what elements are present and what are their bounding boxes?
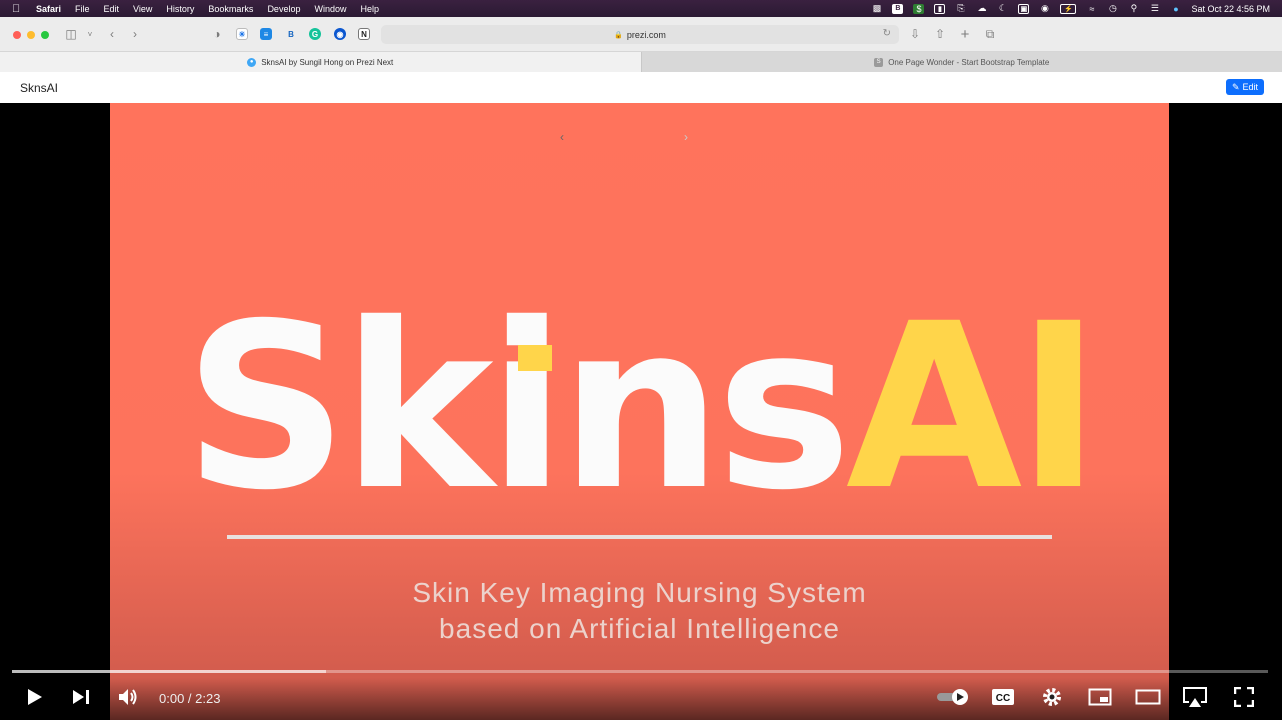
globe-extension-icon[interactable]: ◉ [334,28,346,40]
airplay-icon[interactable] [1181,686,1209,708]
notion-icon[interactable]: N [358,28,370,40]
back-icon[interactable]: ‹ [107,27,117,41]
menu-bar:  Safari File Edit View History Bookmark… [0,0,1282,17]
menu-view[interactable]: View [133,4,152,14]
zoom-window-button[interactable] [41,31,49,39]
presentation-slide: SkinsAI Skin Key Imaging Nursing System … [110,103,1169,720]
progress-bar[interactable] [12,670,1268,673]
chevron-down-icon[interactable]: ˅ [86,27,94,41]
lock-icon: 🔒 [614,31,623,39]
prezi-favicon-icon: ● [247,57,257,67]
new-tab-icon[interactable]: + [958,26,972,43]
prezi-nav-arrows: ‹ › [560,130,688,144]
captions-icon[interactable]: CC [990,686,1016,708]
tab-bootstrap[interactable]: S One Page Wonder - Start Bootstrap Temp… [640,52,1282,72]
window-controls [13,31,49,39]
next-step-icon[interactable]: › [684,130,688,144]
control-center-icon[interactable]: ☰ [1149,3,1160,14]
display-icon[interactable]: ▣ [1018,3,1030,14]
time-machine-icon[interactable]: ◷ [1107,3,1118,14]
menu-window[interactable]: Window [314,4,346,14]
slide-divider [227,535,1052,539]
next-button[interactable] [70,686,92,708]
minimize-window-button[interactable] [27,31,35,39]
grid-app-icon[interactable]: ▩ [871,3,882,14]
close-window-button[interactable] [13,31,21,39]
slide-logo: SkinsAI [110,293,1169,521]
menu-app[interactable]: Safari [36,4,61,14]
prev-step-icon[interactable]: ‹ [560,130,564,144]
reader-extension-icon[interactable]: ≡ [260,28,272,40]
browser-toolbar: ◫ ˅ ‹ › ◑ ☀ ≡ B G ◉ N 🔒 prezi.com ↻ ⇩ ⇧ … [0,17,1282,52]
share-icon[interactable]: ⇧ [933,27,947,41]
fullscreen-icon[interactable] [1232,686,1256,708]
sidebar-icon[interactable]: ◫ [64,27,78,41]
settings-gear-icon[interactable] [1040,686,1064,708]
slide-subtitle-line2: based on Artificial Intelligence [439,613,840,644]
logo-i-dot [518,345,552,371]
tab-label: One Page Wonder - Start Bootstrap Templa… [888,57,1050,67]
tab-label: SknsAI by Sungil Hong on Prezi Next [261,57,394,67]
tab-overview-icon[interactable]: ⧉ [983,27,997,41]
search-icon[interactable]: ⚲ [1128,3,1139,14]
menu-help[interactable]: Help [360,4,379,14]
menu-history[interactable]: History [166,4,194,14]
play-button[interactable] [24,686,46,708]
logo-yellow-text: AI [845,274,1101,540]
menu-develop[interactable]: Develop [267,4,300,14]
theater-mode-icon[interactable] [1134,686,1162,708]
apple-icon[interactable]:  [12,3,24,15]
time-display: 0:00 / 2:23 [159,691,221,706]
miniplayer-icon[interactable] [1087,686,1113,708]
reload-icon[interactable]: ↻ [883,28,891,39]
svg-text:CC: CC [996,693,1010,704]
status-icons: ▩ B $ ▮ ⎘ ☁ ☾ ▣ ◉ ⚡ ≈ ◷ ⚲ ☰ ● Sat Oct 22… [871,0,1270,17]
dollar-app-icon[interactable]: $ [913,3,925,14]
edit-label: Edit [1242,82,1258,92]
address-bar[interactable]: 🔒 prezi.com ↻ [381,25,899,44]
cloud-icon[interactable]: ☁ [976,3,987,14]
menu-edit[interactable]: Edit [104,4,120,14]
moon-icon[interactable]: ☾ [997,3,1008,14]
translate-icon[interactable]: ⎘ [955,3,966,14]
brightness-extension-icon[interactable]: ☀ [236,28,248,40]
pencil-icon: ✎ [1231,81,1240,92]
record-icon[interactable]: ◉ [1039,3,1050,14]
tab-prezi[interactable]: ● SknsAI by Sungil Hong on Prezi Next [0,52,641,72]
player-controls: 0:00 / 2:23 CC [0,678,1282,720]
bold-app-icon[interactable]: B [892,3,904,14]
forward-icon[interactable]: › [130,27,140,41]
privacy-shield-icon[interactable]: ◑ [211,27,223,41]
bold-extension-icon[interactable]: B [285,28,297,40]
wifi-icon[interactable]: ≈ [1086,4,1097,14]
tab-bar: ● SknsAI by Sungil Hong on Prezi Next S … [0,52,1282,72]
edit-button[interactable]: ✎ Edit [1225,79,1264,95]
siri-icon[interactable]: ● [1170,4,1181,14]
grammarly-icon[interactable]: G [309,28,321,40]
menu-file[interactable]: File [75,4,90,14]
notes-app-icon[interactable]: ▮ [934,3,946,14]
bootstrap-favicon-icon: S [874,57,884,67]
download-icon[interactable]: ⇩ [908,27,922,41]
volume-icon[interactable] [117,686,141,708]
video-player[interactable]: SkinsAI Skin Key Imaging Nursing System … [0,103,1282,720]
battery-icon[interactable]: ⚡ [1060,3,1077,14]
page-header: SknsAI ✎ Edit [0,72,1282,103]
menubar-clock[interactable]: Sat Oct 22 4:56 PM [1191,4,1270,14]
page-title: SknsAI [20,81,59,95]
slide-subtitle-line1: Skin Key Imaging Nursing System [412,577,867,608]
progress-buffered [12,670,326,673]
logo-white-text: Skins [183,274,852,540]
address-text: prezi.com [626,29,666,40]
menu-bookmarks[interactable]: Bookmarks [208,4,253,14]
autoplay-toggle[interactable] [936,686,970,708]
